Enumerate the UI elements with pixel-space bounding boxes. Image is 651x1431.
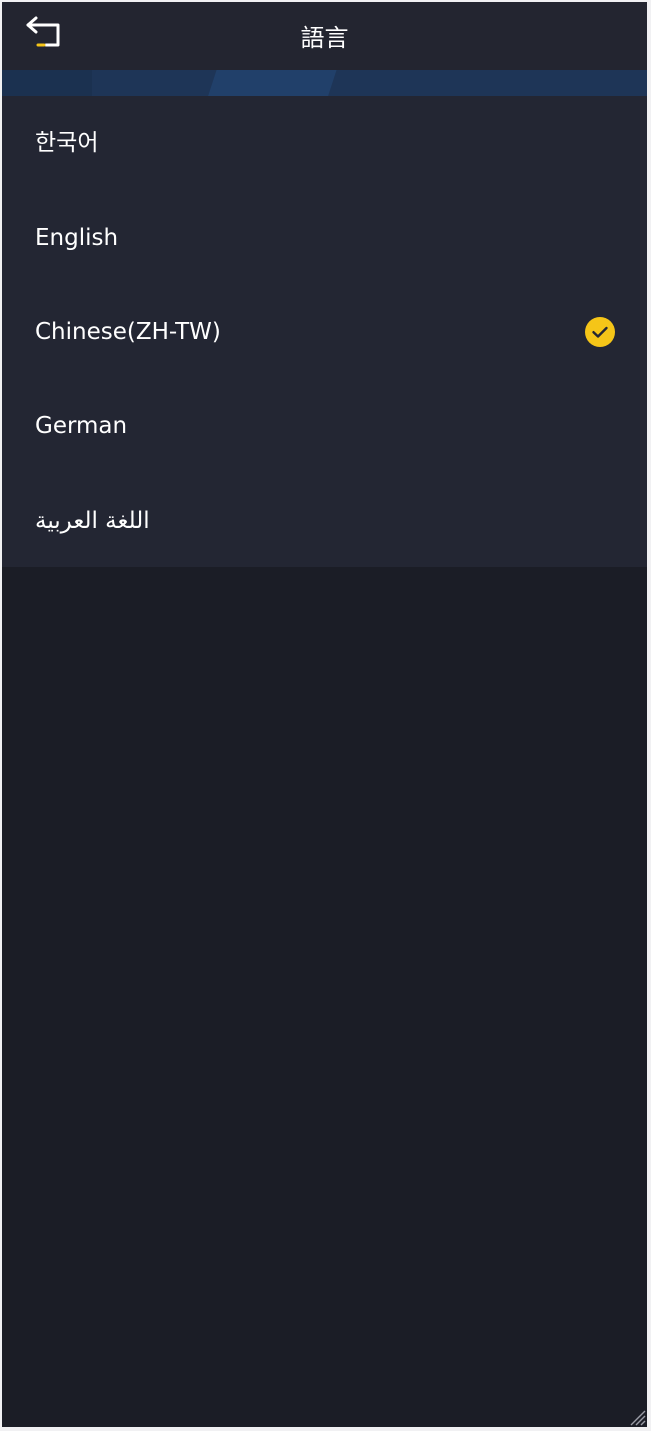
language-item-arabic[interactable]: اللغة العربية bbox=[2, 474, 647, 568]
language-label: German bbox=[35, 413, 128, 440]
banner-strip bbox=[2, 70, 647, 98]
app-frame: 語言 한국어 English Chinese(ZH-TW) German الل… bbox=[2, 2, 647, 1427]
resize-grip-icon[interactable] bbox=[625, 1405, 647, 1427]
language-label: English bbox=[35, 224, 119, 251]
language-item-korean[interactable]: 한국어 bbox=[2, 96, 647, 190]
page-title: 語言 bbox=[300, 24, 349, 52]
language-item-chinese-zh-tw[interactable]: Chinese(ZH-TW) bbox=[2, 285, 647, 379]
language-item-english[interactable]: English bbox=[2, 190, 647, 284]
language-list: 한국어 English Chinese(ZH-TW) German اللغة … bbox=[2, 96, 647, 567]
language-label: 한국어 bbox=[35, 130, 99, 157]
language-item-german[interactable]: German bbox=[2, 379, 647, 473]
language-label: Chinese(ZH-TW) bbox=[35, 318, 221, 345]
language-label: اللغة العربية bbox=[35, 507, 150, 534]
check-icon bbox=[585, 316, 615, 347]
top-bar: 語言 bbox=[2, 2, 647, 70]
